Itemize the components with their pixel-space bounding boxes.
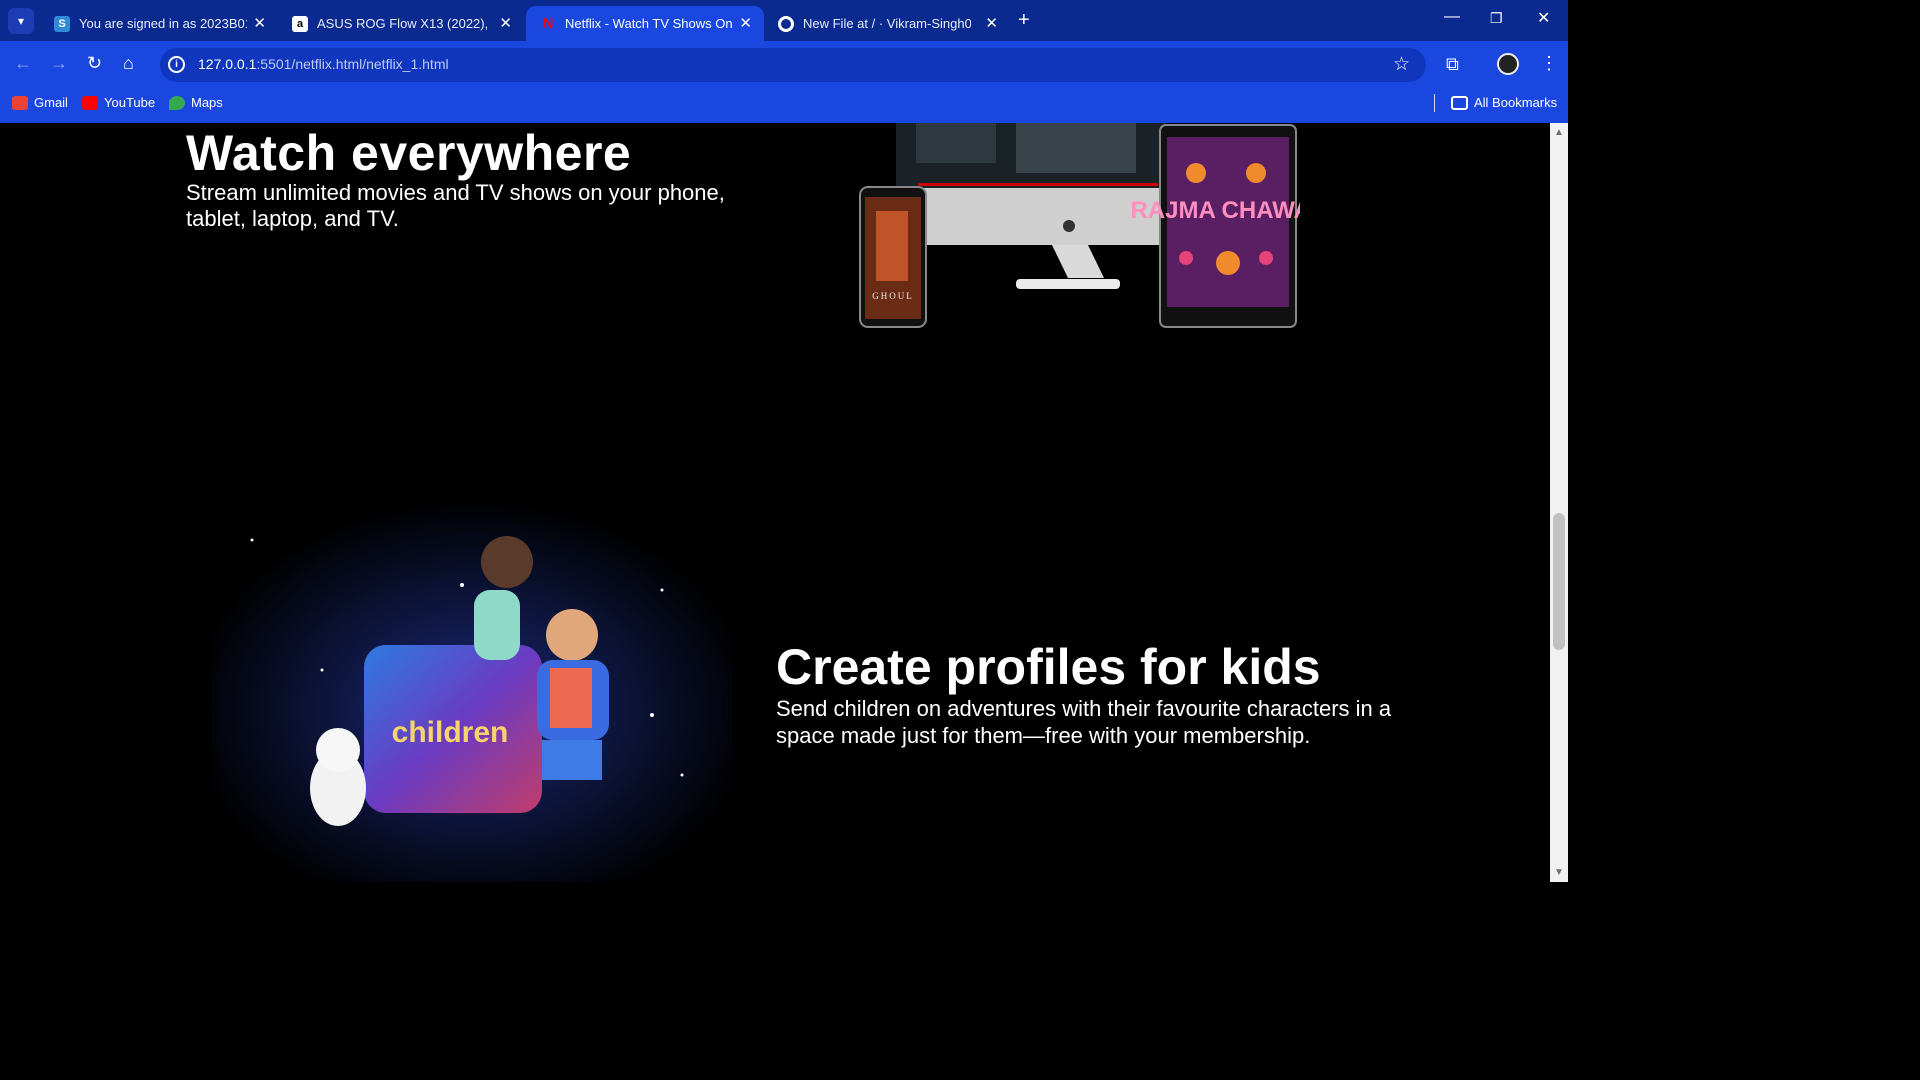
bookmark-label: YouTube xyxy=(104,95,156,110)
kids-profile-image: children xyxy=(212,500,732,882)
close-icon[interactable]: ✕ xyxy=(985,14,998,32)
home-button[interactable]: ⌂ xyxy=(123,53,134,73)
children-card-label: children xyxy=(392,716,509,749)
github-icon xyxy=(778,15,794,32)
all-bookmarks-label: All Bookmarks xyxy=(1474,95,1558,110)
tab-search-button[interactable]: ▾ xyxy=(8,8,34,34)
new-tab-button[interactable]: + xyxy=(1018,9,1030,32)
tablet-poster-title: RAJMA CHAWAL xyxy=(1130,197,1300,224)
maps-icon xyxy=(169,95,185,110)
close-icon[interactable]: ✕ xyxy=(739,14,752,32)
tab-title: New File at / · Vikram-Singh0/N xyxy=(803,16,971,31)
extensions-icon[interactable]: ⧉ xyxy=(1446,54,1459,75)
kids-profiles-text: Send children on adventures with their f… xyxy=(776,696,1392,748)
gmail-icon xyxy=(12,95,28,110)
kids-profiles-heading: Create profiles for kids xyxy=(776,639,1321,695)
scrollbar[interactable] xyxy=(1550,123,1568,882)
restore-button[interactable]: ❐ xyxy=(1490,10,1503,27)
close-window-button[interactable]: ✕ xyxy=(1537,8,1550,28)
bookmarks-bar xyxy=(0,87,1568,123)
bookmark-youtube[interactable]: YouTube xyxy=(82,95,155,110)
tab-github[interactable]: New File at / · Vikram-Singh0/N ✕ xyxy=(764,6,1010,41)
bookmarks-separator xyxy=(1434,94,1435,112)
menu-kebab-icon[interactable]: ⋮ xyxy=(1540,53,1558,74)
phone-poster-title: GHOUL xyxy=(872,291,914,301)
bookmark-gmail[interactable]: Gmail xyxy=(12,95,68,110)
all-bookmarks-button[interactable]: All Bookmarks xyxy=(1451,95,1557,110)
tab-favicon: a xyxy=(292,15,308,32)
profile-avatar[interactable] xyxy=(1497,53,1519,75)
bookmark-maps[interactable]: Maps xyxy=(169,95,223,110)
reload-button[interactable]: ↻ xyxy=(87,53,102,73)
tab-title: Netflix - Watch TV Shows Onlin xyxy=(565,16,733,31)
chevron-down-icon: ▾ xyxy=(17,14,25,28)
bookmark-label: Maps xyxy=(191,95,223,110)
tab-asus[interactable]: a ASUS ROG Flow X13 (2022), 13. ✕ xyxy=(278,6,524,41)
minimize-button[interactable]: — xyxy=(1444,8,1460,26)
back-button[interactable]: ← xyxy=(14,53,32,73)
scroll-down-arrow-icon[interactable]: ▼ xyxy=(1554,867,1564,878)
tab-title: ASUS ROG Flow X13 (2022), 13. xyxy=(317,16,487,31)
url-text[interactable]: 127.0.0.1:5501/netflix.html/netflix_1.ht… xyxy=(198,56,449,72)
close-icon[interactable]: ✕ xyxy=(253,14,266,32)
url-host: 127.0.0.1 xyxy=(198,56,257,72)
devices-image: GHOUL RAJMA CHAWAL xyxy=(859,123,1300,328)
tab-netflix[interactable]: N Netflix - Watch TV Shows Onlin ✕ xyxy=(526,6,764,41)
bookmark-star-icon[interactable]: ☆ xyxy=(1393,53,1410,76)
tab-signed-in[interactable]: S You are signed in as 2023B0131 ✕ xyxy=(40,6,278,41)
url-path: :5501/netflix.html/netflix_1.html xyxy=(256,56,449,72)
tab-favicon: N xyxy=(542,15,554,32)
scrollbar-thumb[interactable] xyxy=(1553,513,1565,650)
close-icon[interactable]: ✕ xyxy=(499,14,512,32)
youtube-icon xyxy=(82,95,98,110)
tab-favicon: S xyxy=(54,15,70,32)
watch-everywhere-text: Stream unlimited movies and TV shows on … xyxy=(186,180,725,231)
site-info-icon[interactable]: i xyxy=(168,56,185,73)
tab-title: You are signed in as 2023B0131 xyxy=(79,16,247,31)
folder-icon xyxy=(1451,95,1468,110)
watch-everywhere-heading: Watch everywhere xyxy=(186,125,632,181)
bookmark-label: Gmail xyxy=(34,95,68,110)
scroll-up-arrow-icon[interactable]: ▲ xyxy=(1554,127,1564,138)
forward-button[interactable]: → xyxy=(50,53,68,73)
